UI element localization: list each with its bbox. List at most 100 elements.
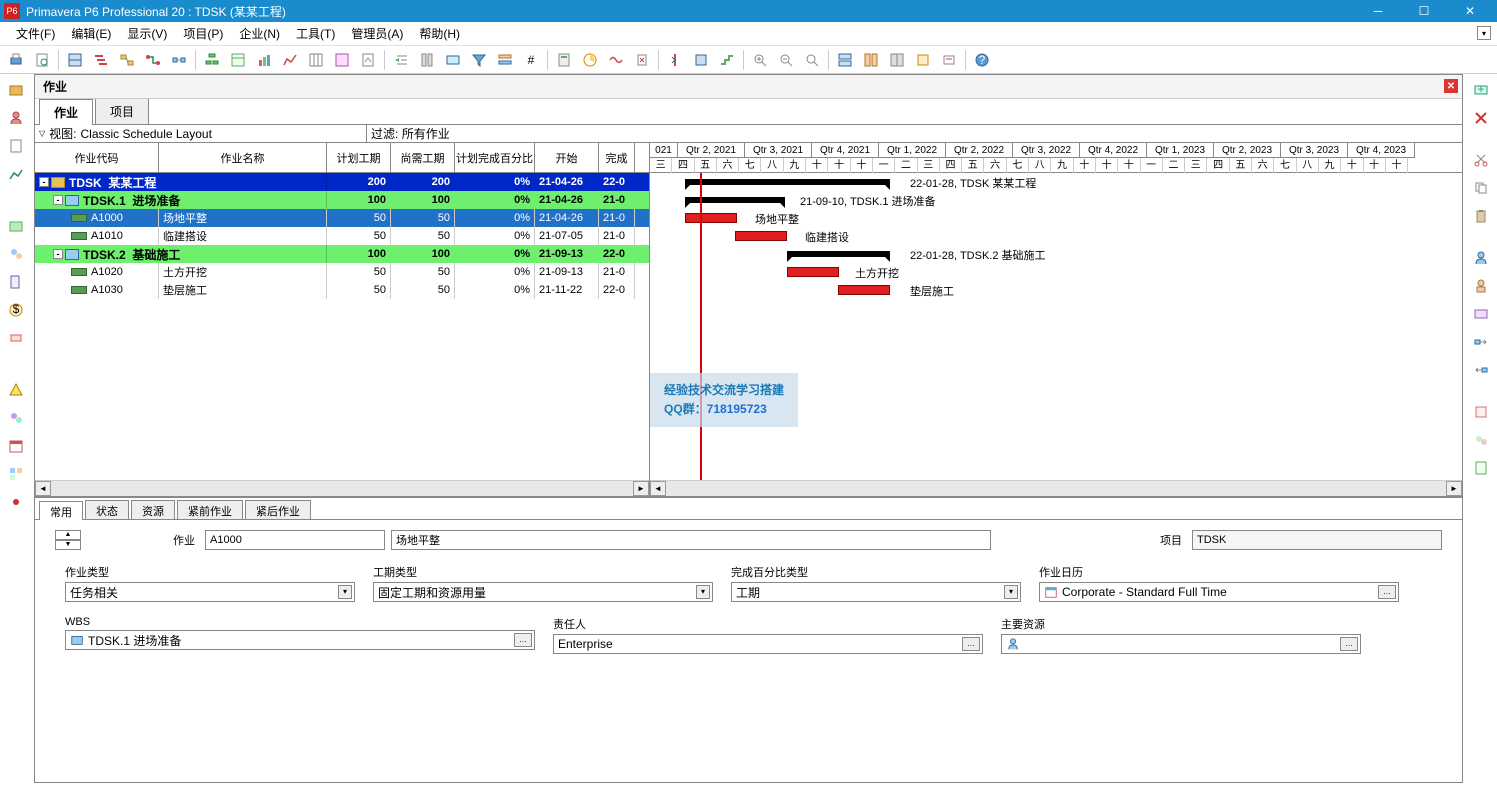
thresholds-rail-icon[interactable] [4,326,28,350]
detail-tab-common[interactable]: 常用 [39,501,83,520]
resp-field[interactable]: Enterprise… [553,634,983,654]
spotlight-icon[interactable] [911,48,935,72]
detail-tab-succ[interactable]: 紧后作业 [245,500,311,519]
gantt-activity-bar[interactable] [838,285,890,295]
pct-type-select[interactable]: 工期▾ [731,582,1021,602]
issues-rail-icon[interactable] [4,378,28,402]
menu-enterprise[interactable]: 企业(N) [231,22,288,46]
menu-help[interactable]: 帮助(H) [411,22,468,46]
minimize-button[interactable]: ─ [1355,0,1401,22]
gantt-hscroll[interactable]: ◄ ► [650,480,1462,496]
maximize-button[interactable]: ☐ [1401,0,1447,22]
indent-icon[interactable] [389,48,413,72]
gantt-timescale[interactable]: 021Qtr 2, 2021Qtr 3, 2021Qtr 4, 2021Qtr … [650,143,1462,173]
projects-rail-icon[interactable] [4,78,28,102]
calendar-field[interactable]: Corporate - Standard Full Time… [1039,582,1399,602]
menu-view[interactable]: 显示(V) [119,22,175,46]
col-code[interactable]: 作业代码 [35,143,159,172]
number-icon[interactable]: # [519,48,543,72]
gantt-scroll-left-icon[interactable]: ◄ [650,481,666,496]
grid-row[interactable]: -TDSK.2 基础施工1001000%21-09-1322-0 [35,245,649,263]
grid-row[interactable]: -TDSK.1 进场准备1001000%21-04-2621-0 [35,191,649,209]
menu-tools[interactable]: 工具(T) [288,22,343,46]
gantt-summary-bar[interactable] [787,251,890,257]
add-icon[interactable]: + [1469,78,1493,102]
prev-next-stepper[interactable]: ▲▼ [55,530,81,550]
expenses-rail-icon[interactable]: $ [4,298,28,322]
zoom-out-icon[interactable] [774,48,798,72]
gantt-scroll-right-icon[interactable]: ► [1446,481,1462,496]
copy-icon[interactable] [1469,176,1493,200]
code-icon[interactable] [1469,302,1493,326]
profile-icon[interactable] [278,48,302,72]
delete-icon[interactable] [1469,106,1493,130]
grid-row[interactable]: A1030垫层施工50500%21-11-2222-0 [35,281,649,299]
relationships-icon[interactable] [141,48,165,72]
wbs-icon[interactable] [200,48,224,72]
gantt-activity-bar[interactable] [685,213,737,223]
report-icon[interactable] [356,48,380,72]
filter-icon[interactable] [467,48,491,72]
paste-icon[interactable] [1469,204,1493,228]
col-remaining-duration[interactable]: 尚需工期 [391,143,455,172]
grid-row[interactable]: -TDSK 某某工程2002000%21-04-2622-0 [35,173,649,191]
resource2-icon[interactable] [1469,246,1493,270]
dur-type-select[interactable]: 固定工期和资源用量▾ [373,582,713,602]
grid-hscroll[interactable]: ◄ ► [35,480,649,496]
collapse-icon[interactable]: - [39,177,49,187]
view-dropdown-icon[interactable]: ▽ [39,129,45,138]
attachments-icon[interactable] [689,48,713,72]
activity-name-input[interactable] [391,530,991,550]
col-planned-duration[interactable]: 计划工期 [327,143,391,172]
detail-tab-resource[interactable]: 资源 [131,500,175,519]
tab-project[interactable]: 项目 [95,98,149,124]
zoom-fit-icon[interactable] [800,48,824,72]
risk-red-rail-icon[interactable] [4,490,28,514]
collapse-icon[interactable]: - [53,249,63,259]
steps2-icon[interactable] [1469,400,1493,424]
reports-rail-icon[interactable] [4,134,28,158]
pane-split-h-icon[interactable] [833,48,857,72]
close-button[interactable]: ✕ [1447,0,1493,22]
cut-icon[interactable] [1469,148,1493,172]
detail-tab-pred[interactable]: 紧前作业 [177,500,243,519]
notebook-icon[interactable] [1469,456,1493,480]
gantt-activity-bar[interactable] [787,267,839,277]
layout-network-icon[interactable] [115,48,139,72]
pane-detail-icon[interactable] [885,48,909,72]
usage-icon[interactable] [330,48,354,72]
collapse-icon[interactable]: - [53,195,63,205]
columns-icon[interactable] [415,48,439,72]
zoom-in-icon[interactable] [748,48,772,72]
risks-rail-icon[interactable] [4,406,28,430]
menu-project[interactable]: 项目(P) [175,22,231,46]
succ-icon[interactable] [1469,358,1493,382]
expenses2-icon[interactable] [1469,428,1493,452]
col-name[interactable]: 作业名称 [159,143,327,172]
col-start[interactable]: 开始 [535,143,599,172]
help-icon[interactable]: ? [970,48,994,72]
layout-gantt-icon[interactable] [89,48,113,72]
pred-icon[interactable] [1469,330,1493,354]
layout-table-icon[interactable] [63,48,87,72]
menubar-overflow-button[interactable]: ▾ [1477,26,1491,40]
col-schedule-pct[interactable]: 计划完成百分比 [455,143,535,172]
role-icon[interactable] [1469,274,1493,298]
print-icon[interactable] [4,48,28,72]
act-type-select[interactable]: 任务相关▾ [65,582,355,602]
activity-id-input[interactable] [205,530,385,550]
gantt-summary-bar[interactable] [685,179,890,185]
print-preview-icon[interactable] [30,48,54,72]
pane-split-v-icon[interactable] [859,48,883,72]
menu-admin[interactable]: 管理员(A) [343,22,411,46]
scroll-right-icon[interactable]: ► [633,481,649,496]
col-finish[interactable]: 完成 [599,143,635,172]
claim-icon[interactable] [630,48,654,72]
scroll-left-icon[interactable]: ◄ [35,481,51,496]
dashboard-rail-icon[interactable] [4,462,28,486]
progress-icon[interactable] [578,48,602,72]
tracking-rail-icon[interactable] [4,162,28,186]
timescale-icon[interactable] [441,48,465,72]
progress-line-icon[interactable] [663,48,687,72]
panel-close-icon[interactable]: ✕ [1444,79,1458,93]
